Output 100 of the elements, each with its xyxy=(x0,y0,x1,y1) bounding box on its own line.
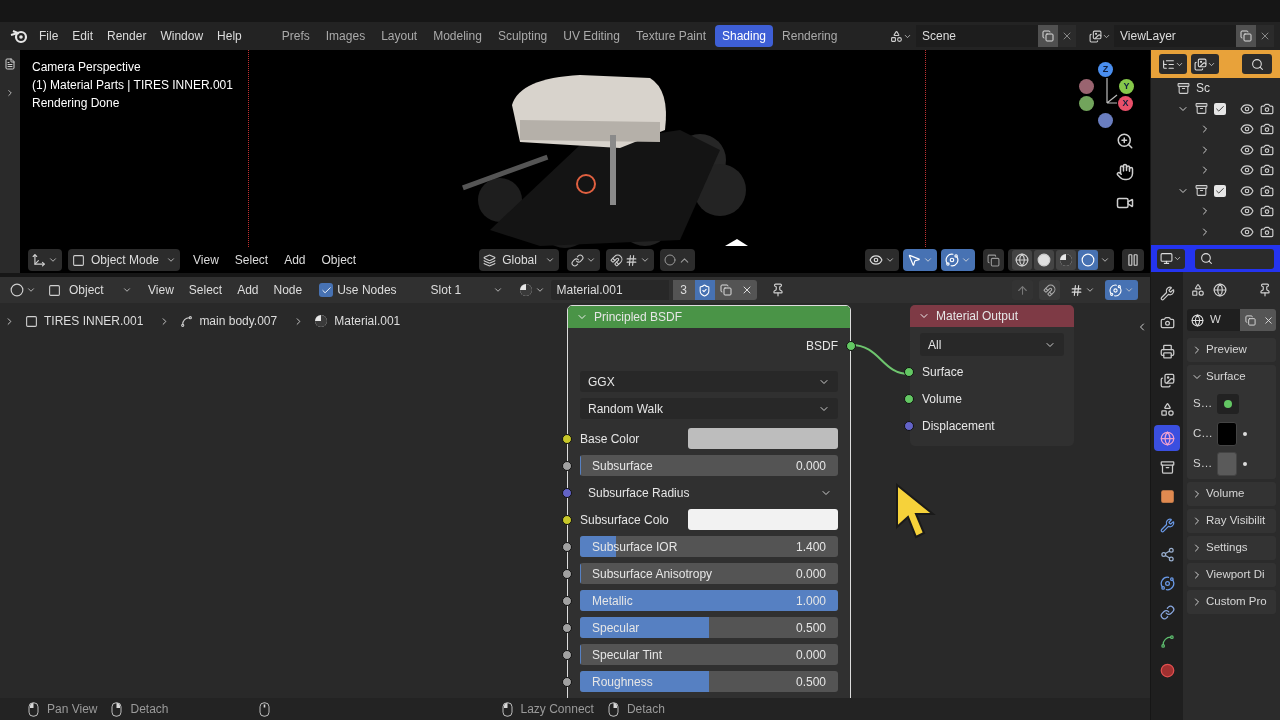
breadcrumb[interactable]: main body.007 xyxy=(199,312,278,330)
visibility-button[interactable] xyxy=(865,249,900,271)
editor-type-button[interactable] xyxy=(28,249,62,271)
overlay-toggle[interactable] xyxy=(1105,280,1138,300)
camera-icon[interactable] xyxy=(1260,122,1274,137)
menu-item[interactable]: View xyxy=(190,251,222,269)
user-count[interactable]: 3 xyxy=(672,280,695,300)
shading-button[interactable] xyxy=(1034,250,1055,270)
camera-icon[interactable] xyxy=(1260,183,1274,198)
workspace-tab[interactable]: Rendering xyxy=(775,25,845,47)
menu-item[interactable]: Add xyxy=(281,251,309,269)
panel-title[interactable]: Volume xyxy=(1206,485,1245,503)
color-swatch[interactable] xyxy=(688,509,838,530)
node-socket[interactable] xyxy=(562,433,572,444)
panel-title[interactable]: Surface xyxy=(1206,368,1246,386)
panel-title[interactable]: Ray Visibilit xyxy=(1206,512,1266,530)
workspace-tab[interactable]: Images xyxy=(318,25,373,47)
menu-item[interactable]: Node xyxy=(270,281,306,299)
panel-title[interactable]: Preview xyxy=(1206,341,1247,359)
node-title-bar[interactable]: Material Output xyxy=(910,305,1074,327)
new-scene-button[interactable] xyxy=(1038,25,1058,47)
overlay-toggle[interactable] xyxy=(941,249,976,271)
search-button[interactable] xyxy=(1242,54,1272,74)
panel-title[interactable]: Settings xyxy=(1206,539,1248,557)
pause-button[interactable] xyxy=(1122,249,1145,271)
snap-button[interactable] xyxy=(1039,280,1060,300)
logo-icon[interactable] xyxy=(10,28,28,44)
world-field[interactable]: W xyxy=(1187,309,1240,331)
panel-title[interactable]: Viewport Di xyxy=(1206,566,1265,584)
shading-switcher[interactable] xyxy=(1008,249,1115,271)
vector-dropdown[interactable]: Subsurface Radius xyxy=(580,482,838,503)
unlink-button[interactable] xyxy=(736,280,757,300)
camera-icon[interactable] xyxy=(1260,163,1274,178)
value-slider[interactable]: Subsurface Anisotropy 0.000 xyxy=(580,563,838,584)
node-socket[interactable] xyxy=(846,340,856,351)
color-swatch[interactable] xyxy=(1217,422,1237,446)
color-swatch[interactable] xyxy=(1217,452,1237,476)
node-dropdown[interactable]: All xyxy=(920,333,1064,356)
eye-icon[interactable] xyxy=(1240,204,1254,219)
menu-item[interactable]: Select xyxy=(185,281,226,299)
checkbox[interactable] xyxy=(1214,102,1226,115)
orientation-dropdown[interactable]: Global xyxy=(479,249,560,271)
menu-item[interactable]: Render xyxy=(104,27,150,45)
filter-button[interactable] xyxy=(1191,54,1219,74)
node-dropdown[interactable]: Random Walk xyxy=(580,398,838,419)
eye-icon[interactable] xyxy=(1240,224,1254,239)
duplicate-button[interactable] xyxy=(1240,309,1260,331)
node-socket[interactable] xyxy=(904,420,914,431)
node-socket[interactable] xyxy=(562,460,572,471)
pin-icon[interactable] xyxy=(1258,283,1272,297)
camera-icon[interactable] xyxy=(1260,204,1274,219)
workspace-tab[interactable]: Modeling xyxy=(426,25,489,47)
material-name-field[interactable]: Material.001 xyxy=(550,280,669,300)
axis-handle[interactable] xyxy=(1079,96,1094,111)
shading-button[interactable] xyxy=(1012,250,1033,270)
axis-handle[interactable]: X xyxy=(1118,96,1133,111)
outliner-item[interactable]: Sc xyxy=(1196,79,1210,98)
node-socket[interactable] xyxy=(562,649,572,660)
socket-button[interactable] xyxy=(1217,394,1239,414)
axis-handle[interactable] xyxy=(1098,113,1113,128)
node-socket[interactable] xyxy=(562,514,572,525)
menu-item[interactable]: Window xyxy=(157,27,207,45)
color-swatch[interactable] xyxy=(688,428,838,449)
menu-item[interactable]: Add xyxy=(234,281,262,299)
slot-dropdown[interactable]: Slot 1 xyxy=(426,280,507,300)
eye-icon[interactable] xyxy=(1240,122,1254,137)
hand-icon[interactable] xyxy=(1116,163,1134,181)
object-dropdown[interactable]: Object xyxy=(44,280,136,300)
menu-item[interactable]: Edit xyxy=(69,27,97,45)
shading-button[interactable] xyxy=(1078,250,1099,270)
delete-view-layer-button[interactable] xyxy=(1256,25,1274,47)
xray-button[interactable] xyxy=(983,249,1005,271)
workspace-tab[interactable]: Texture Paint xyxy=(628,25,713,47)
panel-title[interactable]: Custom Pro xyxy=(1206,593,1267,611)
document-icon[interactable] xyxy=(4,58,16,70)
checkbox[interactable] xyxy=(1214,184,1226,197)
camera-icon[interactable] xyxy=(1260,101,1274,116)
axis-handle[interactable]: Y xyxy=(1119,79,1134,94)
node-dropdown[interactable]: GGX xyxy=(580,371,838,392)
snap-button[interactable] xyxy=(606,249,655,271)
camera-icon[interactable] xyxy=(1260,142,1274,157)
workspace-tab[interactable]: Shading xyxy=(715,25,774,47)
axis-handle[interactable]: Z xyxy=(1098,62,1113,77)
breadcrumb[interactable]: TIRES INNER.001 xyxy=(44,312,144,330)
pivot-button[interactable] xyxy=(567,249,601,271)
checkbox[interactable] xyxy=(319,283,334,297)
workspace-tab[interactable]: Layout xyxy=(374,25,425,47)
menu-item[interactable]: Object xyxy=(318,251,360,269)
eye-icon[interactable] xyxy=(1240,163,1254,178)
node-socket[interactable] xyxy=(562,622,572,633)
display-mode-button[interactable] xyxy=(1159,54,1187,74)
value-slider[interactable]: Specular Tint 0.000 xyxy=(580,644,838,665)
workspace-tab[interactable]: UV Editing xyxy=(556,25,627,47)
eye-icon[interactable] xyxy=(1240,183,1254,198)
menu-item[interactable]: View xyxy=(145,281,177,299)
workspace-tab[interactable]: Sculpting xyxy=(490,25,555,47)
value-slider[interactable]: Roughness 0.500 xyxy=(580,671,838,692)
gizmo-toggle[interactable] xyxy=(903,249,938,271)
unlink-button[interactable] xyxy=(1260,309,1276,331)
node-socket[interactable] xyxy=(904,393,914,404)
